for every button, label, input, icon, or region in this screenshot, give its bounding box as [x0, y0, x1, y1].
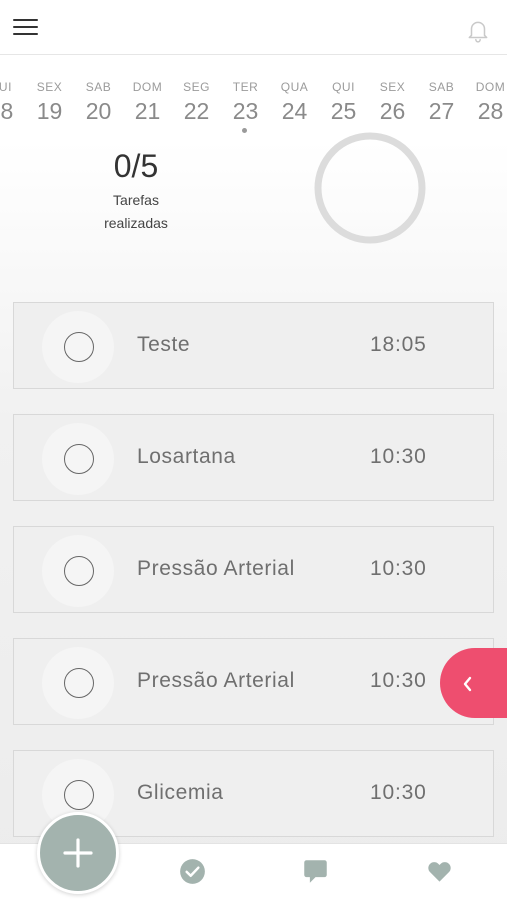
weekday-label: SAB	[428, 80, 455, 94]
task-checkbox[interactable]	[64, 780, 94, 810]
task-card[interactable]: Pressão Arterial 10:30	[13, 526, 494, 613]
check-circle-icon[interactable]	[179, 858, 206, 885]
day-number: 22	[183, 98, 210, 124]
plus-icon	[63, 838, 93, 868]
hamburger-menu-icon[interactable]	[13, 17, 39, 37]
task-time: 10:30	[370, 557, 427, 580]
progress-ring	[314, 132, 426, 244]
tasks-done-label: Tarefas realizadas	[86, 189, 186, 235]
task-title: Losartana	[137, 445, 236, 468]
weekday-label: TER	[232, 80, 259, 94]
task-checkbox[interactable]	[64, 668, 94, 698]
add-task-button[interactable]	[37, 812, 119, 894]
bell-icon[interactable]	[465, 18, 491, 44]
weekday-label: QUA	[280, 80, 309, 94]
side-drawer-tab[interactable]	[440, 648, 507, 718]
day-number: 28	[477, 98, 504, 124]
task-time: 10:30	[370, 669, 427, 692]
weekday-label: QUI	[332, 80, 355, 94]
progress-ring-track	[314, 132, 426, 244]
day-number: 25	[330, 98, 357, 124]
task-title: Teste	[137, 333, 191, 356]
task-checkbox[interactable]	[64, 556, 94, 586]
day-number: 24	[281, 98, 308, 124]
day-number: 27	[428, 98, 455, 124]
day-number: 19	[36, 98, 63, 124]
task-card[interactable]: Losartana 10:30	[13, 414, 494, 501]
weekday-label: DOM	[132, 80, 163, 94]
weekday-label: SAB	[85, 80, 112, 94]
weekday-label: QUI	[0, 80, 12, 94]
top-bar	[0, 0, 507, 55]
date-strip[interactable]: QUI 18 SEX 19 SAB 20 DOM 21 SEG 22 TER 2…	[0, 54, 507, 140]
day-number: 21	[134, 98, 161, 124]
day-number: 20	[85, 98, 112, 124]
task-time: 18:05	[370, 333, 427, 356]
tasks-done-label-line1: Tarefas	[113, 192, 159, 208]
day-number: 23	[232, 98, 259, 124]
weekday-label: SEX	[36, 80, 63, 94]
tasks-done-label-line2: realizadas	[104, 215, 168, 231]
task-checkbox[interactable]	[64, 332, 94, 362]
task-time: 10:30	[370, 781, 427, 804]
weekday-label: SEG	[183, 80, 210, 94]
task-title: Pressão Arterial	[137, 557, 295, 580]
task-checkbox[interactable]	[64, 444, 94, 474]
heart-icon[interactable]	[426, 858, 453, 885]
chat-bubble-icon[interactable]	[302, 858, 329, 885]
weekday-label: DOM	[475, 80, 506, 94]
task-title: Glicemia	[137, 781, 224, 804]
tasks-done-count: 0/5	[113, 148, 159, 184]
task-card[interactable]: Pressão Arterial 10:30	[13, 638, 494, 725]
task-title: Pressão Arterial	[137, 669, 295, 692]
task-card[interactable]: Teste 18:05	[13, 302, 494, 389]
day-number: 26	[379, 98, 406, 124]
selected-date-indicator	[242, 128, 247, 133]
weekday-label: SEX	[379, 80, 406, 94]
day-number: 18	[0, 98, 14, 124]
task-time: 10:30	[370, 445, 427, 468]
chevron-left-icon	[463, 676, 472, 692]
